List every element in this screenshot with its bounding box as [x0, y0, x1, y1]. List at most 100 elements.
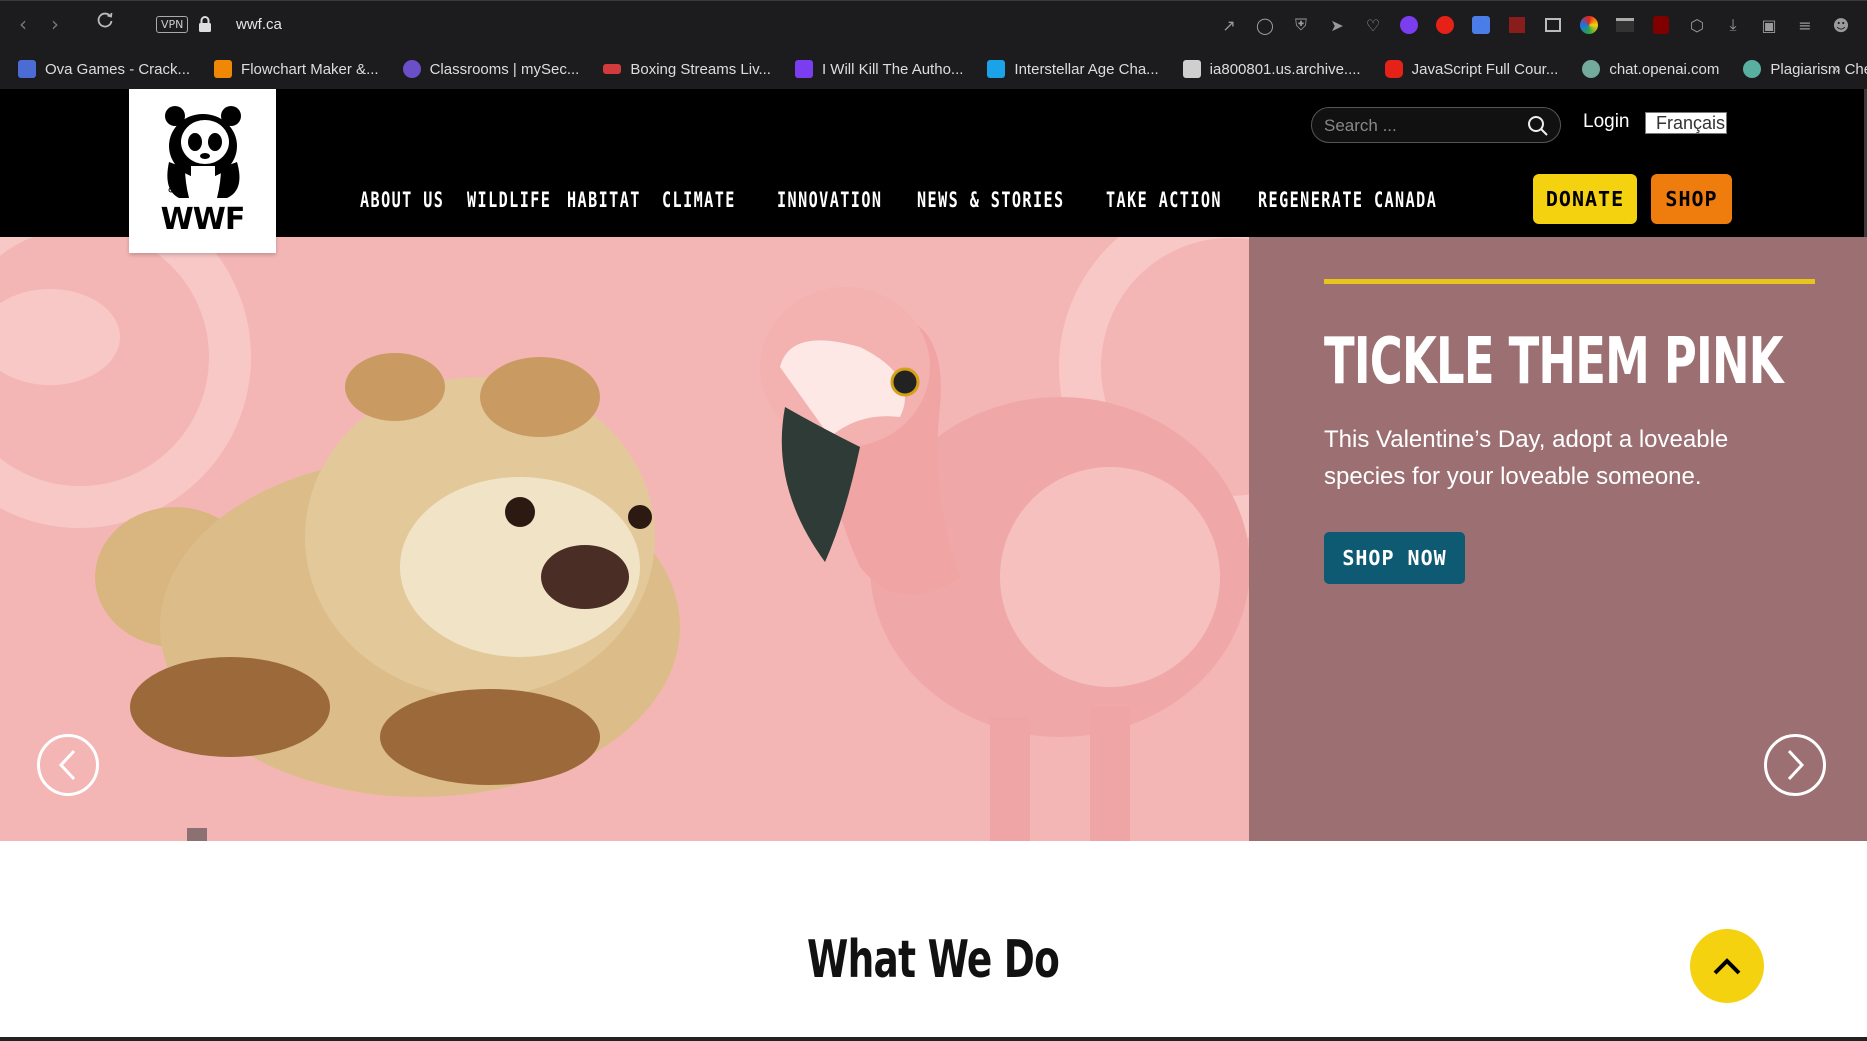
bookmark-item[interactable]: ia800801.us.archive.... — [1182, 60, 1361, 78]
nav-take-action[interactable]: TAKE ACTION — [1106, 188, 1258, 212]
heart-icon[interactable]: ♡ — [1361, 13, 1385, 37]
ublock-icon[interactable] — [1649, 13, 1673, 37]
bookmark-label: Ova Games - Crack... — [45, 60, 191, 78]
bookmark-label: Interstellar Age Cha... — [1014, 60, 1159, 78]
red-extension-icon[interactable] — [1505, 13, 1529, 37]
lock-icon[interactable] — [198, 15, 212, 33]
bookmark-item[interactable]: Classrooms | mySec... — [402, 60, 580, 78]
share-icon[interactable]: ↗ — [1217, 13, 1241, 37]
settings-sliders-icon[interactable]: ≡ — [1793, 13, 1817, 37]
browser-toolbar: ‹ › VPN wwf.ca ↗ ◯ ⛨ ➤ ♡ ⬡ ⤓ ▣ ≡ ☻ — [0, 0, 1867, 49]
bookmark-favicon-icon — [1384, 60, 1403, 78]
bookmark-label: JavaScript Full Cour... — [1411, 60, 1559, 78]
chevron-right-icon — [1787, 749, 1805, 781]
bookmark-item[interactable]: JavaScript Full Cour... — [1384, 60, 1559, 78]
bookmark-label: Flowchart Maker &... — [241, 60, 379, 78]
login-link[interactable]: Login — [1583, 111, 1630, 133]
section-title-text: What We Do — [807, 930, 1060, 990]
back-to-top-button[interactable] — [1690, 929, 1764, 1003]
translate-extension-icon[interactable] — [1469, 13, 1493, 37]
wwf-logo[interactable]: WWF — [129, 89, 276, 253]
nav-label: INNOVATION — [777, 188, 883, 212]
bookmark-item[interactable]: Flowchart Maker &... — [214, 60, 379, 78]
carousel-prev-button[interactable] — [37, 734, 99, 796]
nav-label: NEWS & STORIES — [917, 188, 1065, 212]
nav-label: WILDLIFE — [467, 188, 552, 212]
bookmark-label: Boxing Streams Liv... — [630, 60, 771, 78]
bookmarks-bar: Ova Games - Crack... Flowchart Maker &..… — [0, 49, 1867, 89]
carousel-indicator[interactable] — [187, 828, 207, 841]
bookmark-item[interactable]: I Will Kill The Autho... — [794, 60, 964, 78]
shield-icon[interactable]: ⛨ — [1289, 13, 1313, 37]
accent-rule — [1324, 279, 1815, 284]
bookmark-label: ia800801.us.archive.... — [1209, 60, 1361, 78]
back-icon[interactable]: ‹ — [10, 11, 36, 37]
shop-now-button[interactable]: SHOP NOW — [1324, 532, 1465, 584]
donate-button[interactable]: DONATE — [1533, 174, 1637, 224]
bookmark-favicon-icon — [603, 64, 622, 74]
hero-title: TICKLE THEM PINK — [1324, 325, 1784, 399]
bookmark-label: I Will Kill The Autho... — [821, 60, 964, 78]
battery-icon[interactable]: ▣ — [1757, 13, 1781, 37]
extensions-bar: ↗ ◯ ⛨ ➤ ♡ ⬡ ⤓ ▣ ≡ ☻ — [1217, 13, 1853, 37]
bookmark-favicon-icon — [18, 60, 36, 78]
bookmark-label: Classrooms | mySec... — [429, 60, 580, 78]
blocker-extension-icon[interactable] — [1397, 13, 1421, 37]
nav-news-stories[interactable]: NEWS & STORIES — [917, 188, 1106, 212]
download-icon[interactable]: ⤓ — [1721, 13, 1745, 37]
nav-label: HABITAT — [567, 188, 641, 212]
nav-wildlife[interactable]: WILDLIFE — [467, 188, 567, 212]
profile-icon[interactable]: ☻ — [1829, 13, 1853, 37]
nav-label: REGENERATE CANADA — [1258, 188, 1438, 212]
site-header: WWF Login Français ABOUT US WILDLIFE HAB… — [0, 89, 1867, 253]
bookmark-label: Plagiarism Checker — [1770, 60, 1867, 78]
bookmark-label: chat.openai.com — [1609, 60, 1720, 78]
nav-label: ABOUT US — [360, 188, 445, 212]
chevron-left-icon — [58, 749, 76, 781]
hero-carousel: TICKLE THEM PINK This Valentine’s Day, a… — [0, 237, 1867, 841]
bookmark-favicon-icon — [1182, 60, 1201, 78]
bookmark-favicon-icon — [987, 60, 1006, 78]
search-icon[interactable] — [1526, 114, 1550, 138]
bookmark-favicon-icon — [214, 60, 233, 78]
bookmark-item[interactable]: Interstellar Age Cha... — [987, 60, 1159, 78]
nav-label: CLIMATE — [662, 188, 736, 212]
reload-icon[interactable] — [92, 10, 118, 36]
bookmark-favicon-icon — [1743, 60, 1762, 78]
language-toggle[interactable]: Français — [1645, 112, 1728, 134]
forward-icon[interactable]: › — [42, 11, 68, 37]
tab-manager-icon[interactable] — [1541, 13, 1565, 37]
bookmark-item[interactable]: chat.openai.com — [1582, 60, 1719, 78]
send-icon[interactable]: ➤ — [1325, 13, 1349, 37]
hand-extension-icon[interactable] — [1433, 13, 1457, 37]
color-extension-icon[interactable] — [1577, 13, 1601, 37]
bookmark-favicon-icon — [794, 60, 813, 78]
hero-text-panel: TICKLE THEM PINK This Valentine’s Day, a… — [1249, 237, 1867, 841]
search-input[interactable] — [1324, 114, 1524, 138]
bookmark-favicon-icon — [1582, 60, 1601, 78]
plush-animals-illustration — [0, 237, 1249, 841]
cube-icon[interactable]: ⬡ — [1685, 13, 1709, 37]
nav-about-us[interactable]: ABOUT US — [360, 188, 467, 212]
shop-button[interactable]: SHOP — [1651, 174, 1732, 224]
chevron-double-right-icon[interactable]: » — [1831, 59, 1841, 78]
bookmark-item[interactable]: Ova Games - Crack... — [18, 60, 190, 78]
page-bottom-edge — [0, 1037, 1867, 1041]
logo-text: WWF — [160, 202, 246, 237]
bookmark-item[interactable]: Boxing Streams Liv... — [603, 61, 771, 78]
nav-climate[interactable]: CLIMATE — [662, 188, 777, 212]
vpn-badge[interactable]: VPN — [156, 16, 189, 33]
nav-habitat[interactable]: HABITAT — [567, 188, 662, 212]
bookmark-item[interactable]: Plagiarism Checker — [1743, 60, 1867, 78]
panda-icon — [164, 106, 241, 198]
nav-regenerate-canada[interactable]: REGENERATE CANADA — [1258, 188, 1458, 212]
search-box — [1311, 107, 1561, 143]
hero-image — [0, 237, 1249, 841]
carousel-next-button[interactable] — [1764, 734, 1826, 796]
clapper-extension-icon[interactable] — [1613, 13, 1637, 37]
bookmark-favicon-icon — [402, 60, 421, 78]
camera-icon[interactable]: ◯ — [1253, 13, 1277, 37]
nav-innovation[interactable]: INNOVATION — [777, 188, 917, 212]
address-bar[interactable]: wwf.ca — [236, 16, 282, 33]
main-nav: ABOUT US WILDLIFE HABITAT CLIMATE INNOVA… — [360, 188, 1458, 212]
